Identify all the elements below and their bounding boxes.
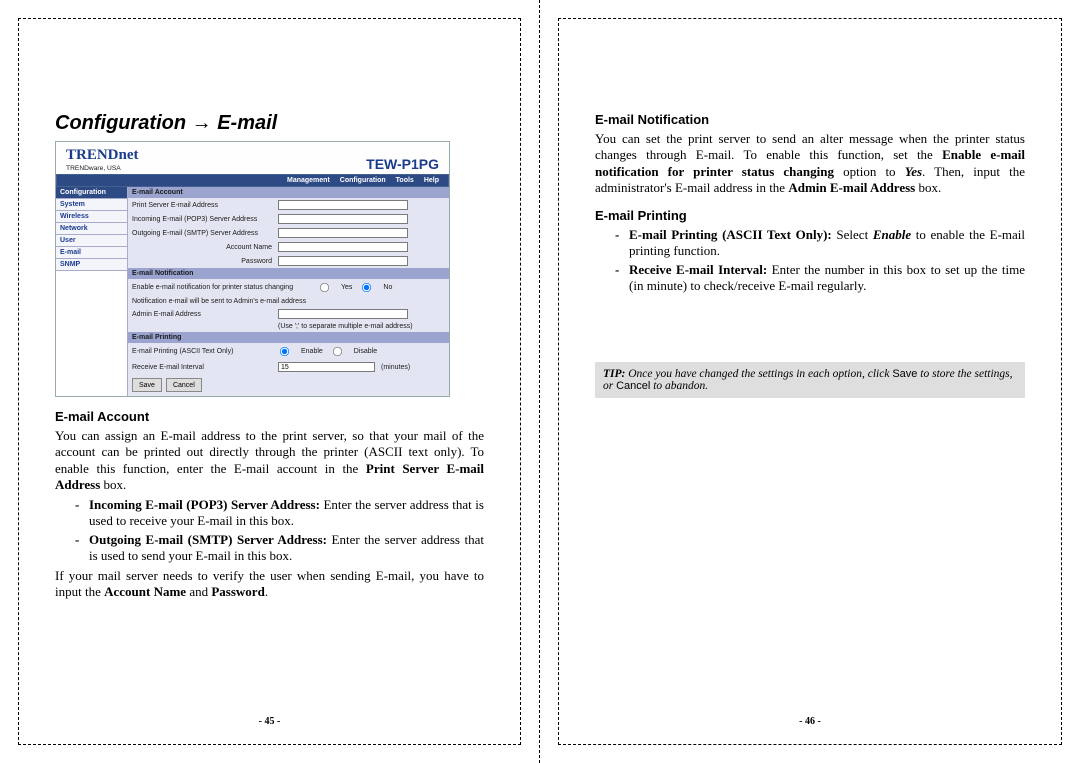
menu-tools[interactable]: Tools	[393, 177, 417, 184]
list-email-account: Incoming E-mail (POP3) Server Address: E…	[55, 497, 484, 564]
save-button[interactable]: Save	[132, 378, 162, 392]
heading-email-notification: E-mail Notification	[595, 112, 1025, 127]
input-pop3[interactable]	[278, 214, 408, 224]
config-screenshot: TRENDnet TRENDware, USA TEW-P1PG Managem…	[55, 141, 450, 397]
input-password[interactable]	[278, 256, 408, 266]
lbl-pop3: Incoming E-mail (POP3) Server Address	[132, 216, 272, 223]
li-interval: Receive E-mail Interval: Enter the numbe…	[615, 262, 1025, 294]
lbl-password: Password	[132, 258, 272, 265]
lbl-ps-email: Print Server E-mail Address	[132, 202, 272, 209]
para-verify: If your mail server needs to verify the …	[55, 568, 484, 601]
li-smtp: Outgoing E-mail (SMTP) Server Address: E…	[75, 532, 484, 564]
page-45: Configuration → E-mail TRENDnet TRENDwar…	[0, 0, 540, 763]
radio-notif-yes[interactable]	[320, 283, 329, 292]
sidebar: Configuration System Wireless Network Us…	[56, 187, 128, 396]
opt-disable: Disable	[354, 348, 377, 355]
section-email-printing: E-mail Printing	[128, 332, 449, 343]
config-panel: E-mail Account Print Server E-mail Addre…	[128, 187, 449, 396]
li-eprint: E-mail Printing (ASCII Text Only): Selec…	[615, 227, 1025, 259]
sidebar-head: Configuration	[56, 187, 127, 199]
lbl-notif-note: Notification e-mail will be sent to Admi…	[132, 298, 306, 305]
page-46: E-mail Notification You can set the prin…	[540, 0, 1080, 763]
menu-help[interactable]: Help	[421, 177, 442, 184]
radio-notif-no[interactable]	[362, 283, 371, 292]
lbl-minutes: (minutes)	[381, 364, 410, 371]
opt-yes: Yes	[341, 284, 352, 291]
page-title: Configuration → E-mail	[55, 112, 484, 135]
heading-email-printing: E-mail Printing	[595, 208, 1025, 223]
input-admin-email[interactable]	[278, 309, 408, 319]
top-menu: Management Configuration Tools Help	[56, 175, 449, 187]
lbl-enable-notif: Enable e-mail notification for printer s…	[132, 284, 312, 291]
li-pop3: Incoming E-mail (POP3) Server Address: E…	[75, 497, 484, 529]
page-number: - 45 -	[0, 716, 539, 727]
input-interval[interactable]	[278, 362, 375, 372]
sidebar-item-wireless[interactable]: Wireless	[56, 211, 127, 223]
model-label: TEW-P1PG	[366, 156, 439, 172]
sidebar-item-user[interactable]: User	[56, 235, 127, 247]
lbl-admin-hint: (Use ';' to separate multiple e-mail add…	[278, 323, 413, 330]
sidebar-item-snmp[interactable]: SNMP	[56, 259, 127, 271]
heading-email-account: E-mail Account	[55, 409, 484, 424]
input-account-name[interactable]	[278, 242, 408, 252]
opt-no: No	[383, 284, 392, 291]
list-email-printing: E-mail Printing (ASCII Text Only): Selec…	[595, 227, 1025, 294]
brand-sub: TRENDware, USA	[66, 165, 121, 172]
section-email-notification: E-mail Notification	[128, 268, 449, 279]
opt-enable: Enable	[301, 348, 323, 355]
sidebar-item-email[interactable]: E-mail	[56, 247, 127, 259]
tip-box: TIP: Once you have changed the settings …	[595, 362, 1025, 398]
lbl-admin-email: Admin E-mail Address	[132, 311, 272, 318]
page-number: - 46 -	[540, 716, 1080, 727]
para-email-account: You can assign an E-mail address to the …	[55, 428, 484, 493]
sidebar-item-network[interactable]: Network	[56, 223, 127, 235]
para-email-notification: You can set the print server to send an …	[595, 131, 1025, 196]
cancel-button[interactable]: Cancel	[166, 378, 202, 392]
radio-eprint-enable[interactable]	[280, 347, 289, 356]
lbl-smtp: Outgoing E-mail (SMTP) Server Address	[132, 230, 272, 237]
lbl-eprint: E-mail Printing (ASCII Text Only)	[132, 348, 272, 355]
radio-eprint-disable[interactable]	[333, 347, 342, 356]
menu-configuration[interactable]: Configuration	[337, 177, 389, 184]
section-email-account: E-mail Account	[128, 187, 449, 198]
lbl-interval: Receive E-mail Interval	[132, 364, 272, 371]
lbl-account-name: Account Name	[132, 244, 272, 251]
input-smtp[interactable]	[278, 228, 408, 238]
input-ps-email[interactable]	[278, 200, 408, 210]
sidebar-item-system[interactable]: System	[56, 199, 127, 211]
brand-logo: TRENDnet	[66, 148, 139, 163]
menu-management[interactable]: Management	[284, 177, 333, 184]
